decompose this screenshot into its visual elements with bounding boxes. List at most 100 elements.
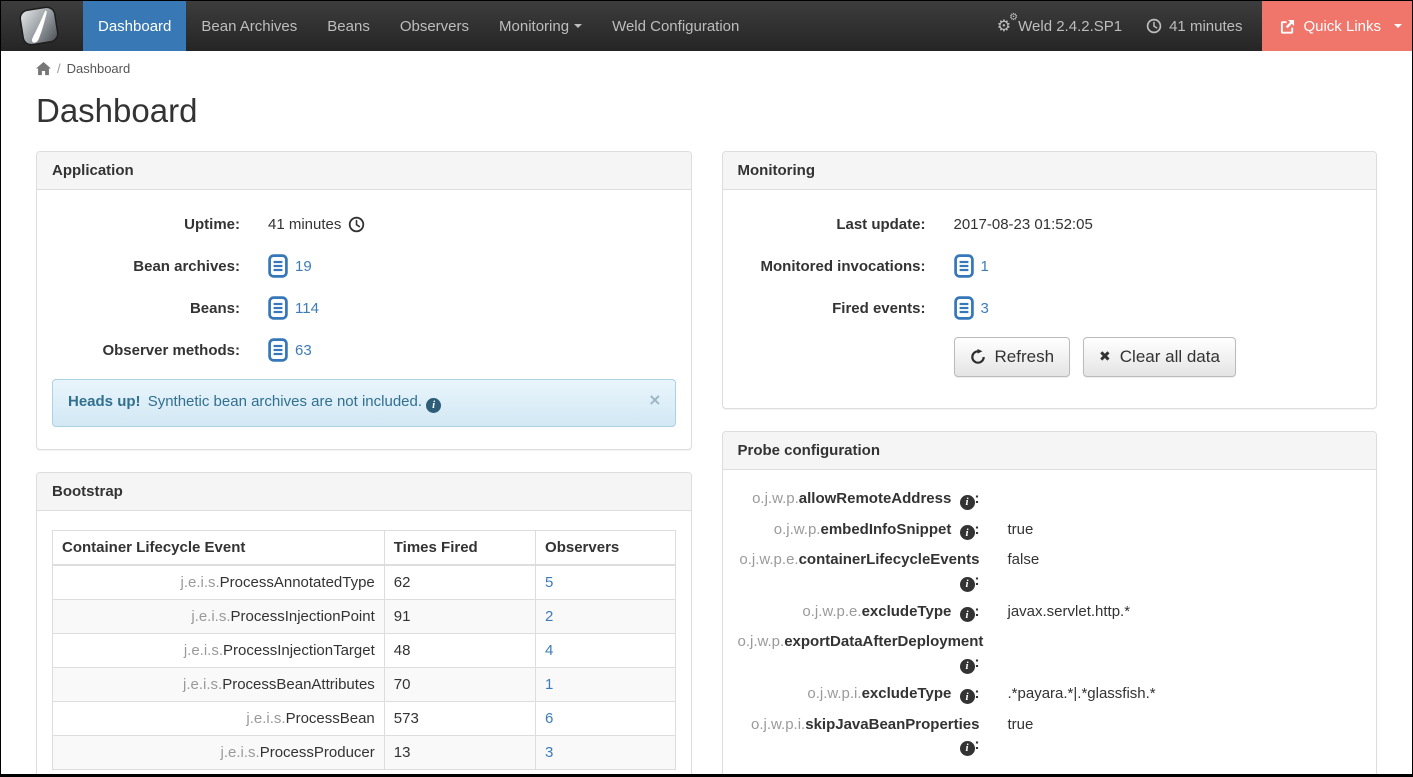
config-key-prefix: o.j.w.p. bbox=[752, 490, 799, 507]
config-key-prefix: o.j.w.p.e. bbox=[802, 603, 861, 620]
config-key-name: exportDataAfterDeployment bbox=[784, 633, 983, 650]
config-key-name: skipJavaBeanProperties bbox=[805, 716, 979, 733]
page-title: Dashboard bbox=[36, 92, 1377, 130]
info-icon[interactable]: i bbox=[960, 659, 975, 674]
table-row: j.e.i.s.ProcessProducer 13 3 bbox=[53, 735, 676, 769]
nav-item-beans[interactable]: Beans bbox=[312, 1, 385, 51]
fired-events-link[interactable]: 3 bbox=[981, 300, 989, 317]
observers-link[interactable]: 2 bbox=[545, 608, 553, 625]
list-icon[interactable] bbox=[268, 254, 288, 278]
close-icon[interactable]: × bbox=[648, 390, 661, 409]
refresh-button[interactable]: Refresh bbox=[954, 337, 1071, 377]
last-update-row: Last update: 2017-08-23 01:52:05 bbox=[738, 211, 1362, 237]
config-value: false bbox=[1008, 550, 1040, 591]
monitoring-panel-title: Monitoring bbox=[723, 152, 1377, 190]
config-key-prefix: o.j.w.p.e. bbox=[739, 551, 798, 568]
weld-logo-icon bbox=[17, 4, 61, 48]
observer-methods-count-link[interactable]: 63 bbox=[295, 342, 312, 359]
bootstrap-panel-title: Bootstrap bbox=[37, 473, 691, 511]
heads-up-alert: × Heads up! Synthetic bean archives are … bbox=[52, 379, 676, 427]
external-link-icon bbox=[1280, 19, 1295, 34]
beans-row: Beans: 114 bbox=[52, 295, 676, 321]
monitoring-panel: Monitoring Last update: 2017-08-23 01:52… bbox=[722, 151, 1378, 409]
alert-text: Synthetic bean archives are not included… bbox=[148, 393, 422, 410]
cogs-icon: ⚙⚙ bbox=[997, 18, 1011, 34]
info-icon[interactable]: i bbox=[960, 495, 975, 510]
application-panel-title: Application bbox=[37, 152, 691, 190]
config-value: javax.servlet.http.* bbox=[1008, 602, 1131, 623]
weld-version: ⚙⚙ Weld 2.4.2.SP1 bbox=[985, 1, 1134, 51]
config-value: .*payara.*|.*glassfish.* bbox=[1008, 684, 1156, 705]
probe-configuration-panel: Probe configuration o.j.w.p.allowRemoteA… bbox=[722, 431, 1378, 777]
info-icon[interactable]: i bbox=[960, 741, 975, 756]
navbar-right: ⚙⚙ Weld 2.4.2.SP1 41 minutes Quick Links bbox=[985, 1, 1412, 51]
quick-links-button[interactable]: Quick Links bbox=[1262, 1, 1412, 51]
info-icon[interactable]: i bbox=[960, 525, 975, 540]
weld-version-label: Weld 2.4.2.SP1 bbox=[1018, 18, 1122, 35]
nav-item-weld-configuration[interactable]: Weld Configuration bbox=[597, 1, 754, 51]
observers-link[interactable]: 1 bbox=[545, 676, 553, 693]
list-icon[interactable] bbox=[954, 296, 974, 320]
main-nav: Dashboard Bean Archives Beans Observers … bbox=[83, 1, 754, 51]
list-icon[interactable] bbox=[268, 296, 288, 320]
bean-archives-count-link[interactable]: 19 bbox=[295, 258, 312, 275]
last-update-value: 2017-08-23 01:52:05 bbox=[954, 216, 1093, 233]
alert-strong-text: Heads up! bbox=[68, 393, 141, 410]
config-row: o.j.w.p.exportDataAfterDeployment i: bbox=[738, 632, 1362, 673]
uptime-row-label: Uptime: bbox=[52, 216, 240, 233]
fired-events-row: Fired events: 3 bbox=[738, 295, 1362, 321]
event-prefix: j.e.i.s. bbox=[221, 744, 260, 761]
home-icon[interactable] bbox=[36, 62, 51, 76]
monitored-invocations-row: Monitored invocations: 1 bbox=[738, 253, 1362, 279]
observer-methods-row: Observer methods: 63 bbox=[52, 337, 676, 363]
observer-methods-row-label: Observer methods: bbox=[52, 342, 240, 359]
breadcrumb: / Dashboard bbox=[1, 51, 1412, 82]
breadcrumb-separator: / bbox=[57, 61, 61, 76]
event-name: ProcessProducer bbox=[260, 744, 375, 761]
info-icon[interactable]: i bbox=[426, 398, 441, 413]
clear-all-data-button[interactable]: ✖ Clear all data bbox=[1083, 337, 1236, 377]
probe-configuration-panel-title: Probe configuration bbox=[723, 432, 1377, 470]
table-header-observers: Observers bbox=[536, 530, 675, 565]
event-prefix: j.e.i.s. bbox=[183, 676, 222, 693]
monitoring-buttons-row: Refresh ✖ Clear all data bbox=[738, 337, 1362, 377]
event-name: ProcessBean bbox=[286, 710, 375, 727]
observers-link[interactable]: 5 bbox=[545, 574, 553, 591]
config-key: o.j.w.p.i.excludeType i: bbox=[738, 684, 980, 705]
list-icon[interactable] bbox=[954, 254, 974, 278]
weld-logo[interactable] bbox=[1, 1, 83, 51]
table-header-times-fired: Times Fired bbox=[384, 530, 535, 565]
nav-item-dashboard[interactable]: Dashboard bbox=[83, 1, 186, 51]
event-prefix: j.e.i.s. bbox=[246, 710, 285, 727]
nav-item-monitoring[interactable]: Monitoring bbox=[484, 1, 597, 51]
times-fired-cell: 70 bbox=[384, 667, 535, 701]
caret-down-icon bbox=[574, 24, 582, 28]
list-icon[interactable] bbox=[268, 338, 288, 362]
application-panel: Application Uptime: 41 minutes bbox=[36, 151, 692, 450]
info-icon[interactable]: i bbox=[960, 577, 975, 592]
monitored-invocations-label: Monitored invocations: bbox=[738, 258, 926, 275]
event-name: ProcessAnnotatedType bbox=[220, 574, 375, 591]
monitored-invocations-link[interactable]: 1 bbox=[981, 258, 989, 275]
fired-events-label: Fired events: bbox=[738, 300, 926, 317]
info-icon[interactable]: i bbox=[960, 689, 975, 704]
config-key-prefix: o.j.w.p. bbox=[738, 633, 785, 650]
observers-link[interactable]: 3 bbox=[545, 744, 553, 761]
config-key-name: excludeType bbox=[862, 603, 952, 620]
observers-link[interactable]: 6 bbox=[545, 710, 553, 727]
table-header-event: Container Lifecycle Event bbox=[53, 530, 385, 565]
config-key-prefix: o.j.w.p.i. bbox=[751, 716, 805, 733]
observers-link[interactable]: 4 bbox=[545, 642, 553, 659]
nav-item-observers[interactable]: Observers bbox=[385, 1, 484, 51]
table-row: j.e.i.s.ProcessBean 573 6 bbox=[53, 701, 676, 735]
bootstrap-table: Container Lifecycle Event Times Fired Ob… bbox=[52, 530, 676, 770]
beans-count-link[interactable]: 114 bbox=[295, 300, 319, 317]
nav-item-bean-archives[interactable]: Bean Archives bbox=[186, 1, 312, 51]
config-key-prefix: o.j.w.p. bbox=[774, 521, 821, 538]
config-key: o.j.w.p.i.skipJavaBeanProperties i: bbox=[738, 715, 980, 756]
config-key: o.j.w.p.exportDataAfterDeployment i: bbox=[738, 632, 980, 673]
clock-icon bbox=[348, 216, 365, 233]
info-icon[interactable]: i bbox=[960, 607, 975, 622]
config-key-name: containerLifecycleEvents bbox=[799, 551, 980, 568]
event-name: ProcessInjectionPoint bbox=[231, 608, 375, 625]
